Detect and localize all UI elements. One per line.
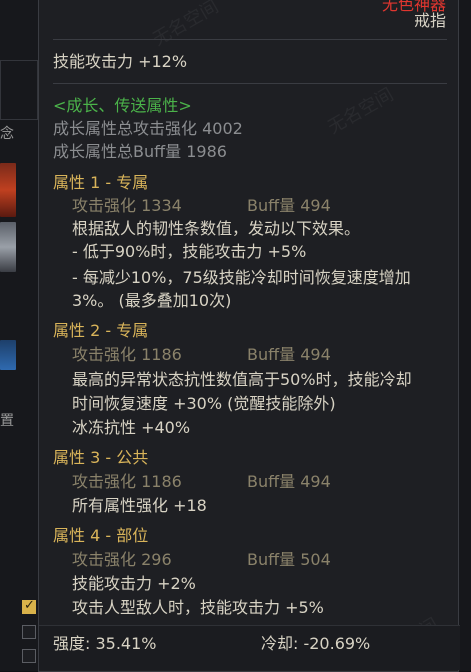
attribute-title: 属性 1 - 专属 bbox=[53, 173, 149, 192]
attribute-line: 最高的异常状态抗性数值高于50%时，技能冷却 bbox=[72, 370, 412, 389]
attribute-line: 技能攻击力 +2% bbox=[72, 574, 196, 593]
item-thumbnail[interactable] bbox=[0, 163, 16, 217]
growth-total-attack: 成长属性总攻击强化 4002 bbox=[53, 119, 243, 138]
background-text: 置 bbox=[0, 413, 14, 429]
skill-attack-stat: 技能攻击力 +12% bbox=[53, 52, 188, 71]
item-thumbnail[interactable] bbox=[0, 222, 16, 272]
attribute-line: 冰冻抗性 +40% bbox=[72, 418, 191, 437]
background-panel-frame bbox=[0, 60, 38, 120]
attribute-attack: 攻击强化 1334 bbox=[72, 196, 182, 215]
watermark: 无名空间 bbox=[149, 0, 223, 51]
item-tooltip: 无名空间 无名空间 无名空间 无色神器 戒指 技能攻击力 +12% <成长、传送… bbox=[38, 0, 460, 672]
divider bbox=[53, 83, 447, 84]
checkbox[interactable] bbox=[22, 649, 36, 663]
attribute-title: 属性 3 - 公共 bbox=[53, 448, 149, 467]
attribute-buff: Buff量 494 bbox=[247, 196, 331, 215]
growth-total-buff: 成长属性总Buff量 1986 bbox=[53, 142, 227, 161]
attribute-line: 攻击人型敌人时，技能攻击力 +5% bbox=[72, 598, 324, 617]
attribute-line: 所有属性强化 +18 bbox=[72, 496, 207, 515]
attribute-buff: Buff量 494 bbox=[247, 345, 331, 364]
divider bbox=[53, 39, 447, 40]
cooldown-stat: 冷却: -20.69% bbox=[261, 634, 371, 653]
checkbox[interactable] bbox=[22, 625, 36, 639]
growth-header: <成长、传送属性> bbox=[53, 96, 192, 115]
item-thumbnail[interactable] bbox=[0, 340, 16, 370]
attribute-buff: Buff量 504 bbox=[247, 550, 331, 569]
watermark: 无名空间 bbox=[324, 84, 398, 139]
attribute-line: - 每减少10%，75级技能冷却时间恢复速度增加 bbox=[72, 268, 411, 287]
background-text: 念 bbox=[0, 126, 14, 142]
attribute-line: 时间恢复速度 +30% (觉醒技能除外) bbox=[72, 394, 336, 413]
attribute-title: 属性 4 - 部位 bbox=[53, 526, 149, 545]
attribute-line: 根据敌人的韧性条数值，发动以下效果。 bbox=[72, 219, 361, 238]
attribute-title: 属性 2 - 专属 bbox=[53, 321, 149, 340]
checkbox-checked[interactable] bbox=[22, 598, 36, 614]
attribute-attack: 攻击强化 1186 bbox=[72, 472, 182, 491]
attribute-line: 3%。 (最多叠加10次) bbox=[72, 291, 232, 310]
background-ui-strip-right bbox=[459, 0, 471, 671]
attribute-attack: 攻击强化 296 bbox=[72, 550, 172, 569]
background-ui-strip: 念 置 bbox=[0, 0, 40, 671]
strength-stat: 强度: 35.41% bbox=[53, 634, 157, 653]
summary-bar: 强度: 35.41% 冷却: -20.69% bbox=[39, 625, 460, 670]
attribute-line: - 低于90%时，技能攻击力 +5% bbox=[72, 242, 307, 261]
item-slot: 戒指 bbox=[413, 11, 446, 30]
attribute-buff: Buff量 494 bbox=[247, 472, 331, 491]
attribute-attack: 攻击强化 1186 bbox=[72, 345, 182, 364]
